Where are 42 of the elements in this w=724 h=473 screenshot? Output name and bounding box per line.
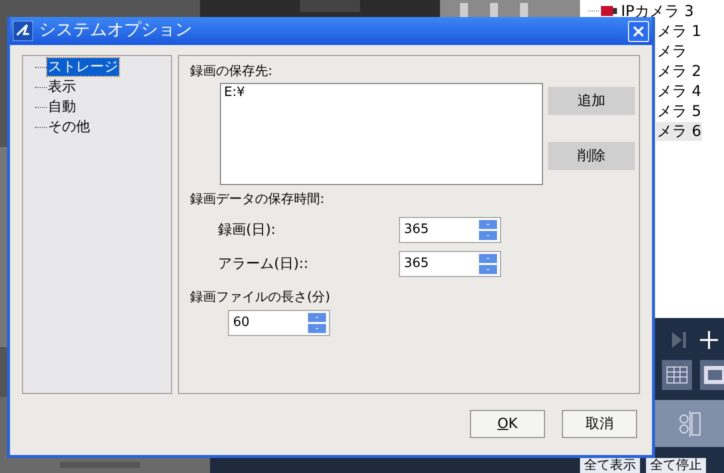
tree-item[interactable]: ストレージ (47, 58, 119, 76)
spin-value: 60 (232, 314, 251, 332)
tree-item[interactable]: その他 (47, 118, 91, 136)
dialog-button[interactable]: OK (470, 410, 545, 438)
camera-tree-item[interactable]: メラ 6 (656, 122, 702, 140)
tree-item[interactable]: 表示 (47, 78, 77, 96)
camera-tree-item[interactable]: IPカメラ 3 (620, 2, 695, 20)
plus-icon[interactable] (700, 331, 718, 349)
spinner-arrows-icon[interactable] (478, 253, 498, 275)
app-logo-icon (13, 21, 33, 41)
retention-spin-field[interactable]: 365 (399, 217, 501, 243)
close-icon (633, 26, 644, 36)
camera-tree-item[interactable]: メラ 5 (656, 102, 702, 120)
stop-all-panel[interactable] (655, 400, 724, 447)
tree-item[interactable]: 自動 (47, 98, 77, 116)
spin-value: 365 (403, 255, 430, 274)
file-length-spin-field[interactable]: 60 (228, 310, 330, 336)
storage-path-list[interactable]: E:¥ (220, 83, 543, 185)
bottom-button[interactable]: 全て停止 (646, 458, 706, 473)
spinner-arrows-icon[interactable] (307, 312, 327, 334)
delete-button[interactable]: 削除 (548, 142, 635, 170)
bottom-button[interactable]: 全て表示 (580, 458, 640, 473)
skip-icon[interactable] (672, 332, 686, 348)
close-button[interactable] (628, 20, 649, 42)
retention-spin-field[interactable]: 365 (399, 251, 501, 277)
storage-label: 録画の保存先: (190, 63, 274, 81)
camera-tree-item[interactable]: メラ 2 (656, 62, 702, 80)
grid-layout-icon[interactable] (662, 360, 692, 390)
camera-tree-item[interactable]: メラ 1 (656, 22, 702, 40)
file-length-label: 録画ファイルの長さ(分) (190, 289, 332, 307)
retention-field-label: 録画(日): (218, 220, 277, 240)
window-title: システムオプション (39, 19, 192, 42)
camera-icon (588, 4, 618, 18)
spin-value: 365 (403, 221, 430, 240)
storage-path-item[interactable]: E:¥ (224, 84, 539, 102)
retention-field-label: アラーム(日):: (218, 254, 310, 274)
retention-label: 録画データの保存時間: (190, 191, 326, 209)
dialog-button[interactable]: 取消 (562, 410, 637, 438)
spinner-arrows-icon[interactable] (478, 219, 498, 241)
camera-tree-item[interactable]: メラ (656, 42, 688, 60)
add-button[interactable]: 追加 (548, 87, 635, 115)
camera-tree-item[interactable]: メラ 4 (656, 82, 702, 100)
